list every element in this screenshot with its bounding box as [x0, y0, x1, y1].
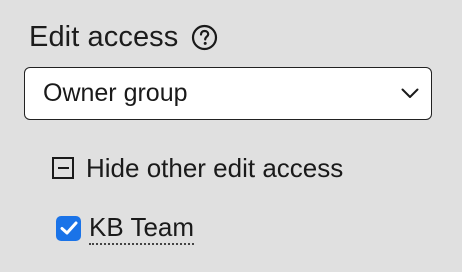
- edit-access-header: Edit access: [29, 17, 218, 57]
- edit-access-select-value: Owner group: [43, 79, 188, 107]
- chevron-down-icon: [399, 87, 421, 101]
- edit-access-title: Edit access: [29, 21, 179, 53]
- minus-square-icon: [52, 157, 74, 179]
- checkmark-icon: [60, 221, 77, 235]
- hide-other-edit-access-label: Hide other edit access: [86, 152, 344, 183]
- group-row-kb-team: KB Team: [56, 208, 195, 248]
- kb-team-checkbox[interactable]: [56, 215, 81, 241]
- edit-access-select[interactable]: Owner group: [24, 67, 432, 120]
- question-circle-icon[interactable]: [191, 24, 218, 51]
- edit-access-panel: Edit access Owner group Hide other edit …: [0, 0, 462, 272]
- hide-other-edit-access-toggle[interactable]: Hide other edit access: [52, 150, 343, 186]
- kb-team-label[interactable]: KB Team: [89, 212, 195, 245]
